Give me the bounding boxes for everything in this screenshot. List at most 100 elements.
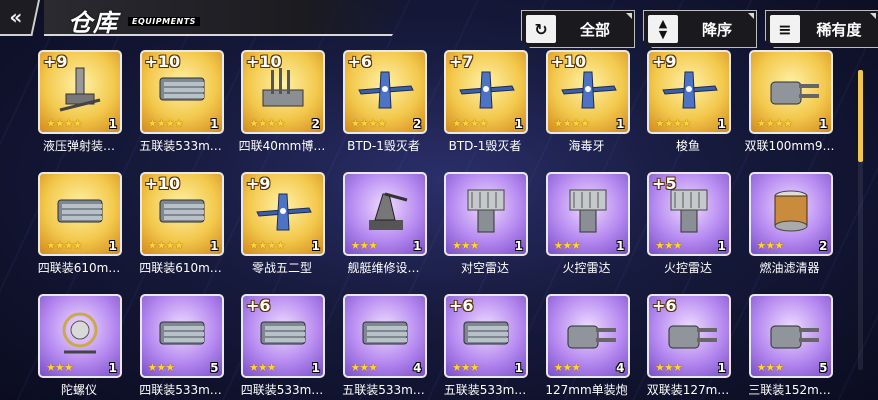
equipment-frame[interactable]: ★★★ 4 <box>545 294 630 378</box>
item-count: 2 <box>311 117 320 131</box>
equipment-name: 四联装533m… <box>240 383 324 397</box>
catapult-icon <box>50 64 110 114</box>
equipment-frame[interactable]: +9 ★★★★ 1 <box>241 172 325 256</box>
rarity-stars: ★★★ <box>553 361 582 374</box>
equipment-card[interactable]: +10 ★★★★ 1 五联装533m… <box>139 50 224 154</box>
equipment-name: 四联装610m… <box>37 261 121 275</box>
equipment-frame[interactable]: ★★★★ 1 <box>748 50 833 134</box>
equipment-frame[interactable]: ★★★ 5 <box>748 294 833 378</box>
equipment-frame[interactable]: ★★★ 2 <box>748 172 833 256</box>
equipment-frame[interactable]: +6 ★★★ 1 <box>241 294 325 378</box>
equipment-card[interactable]: ★★★ 1 火控雷达 <box>545 172 630 276</box>
item-count: 1 <box>108 117 117 131</box>
equipment-card[interactable]: +10 ★★★★ 2 四联40mm博… <box>239 50 325 154</box>
equipment-card[interactable]: +5 ★★★ 1 火控雷达 <box>647 172 731 276</box>
equipment-card[interactable]: +9 ★★★★ 1 梭鱼 <box>647 50 731 154</box>
equipment-frame[interactable]: ★★★ 1 <box>38 294 122 378</box>
item-count: 1 <box>514 239 523 253</box>
rarity-stars: ★★★★ <box>553 117 590 130</box>
equipment-card[interactable]: +9 ★★★★ 1 零战五二型 <box>241 172 325 276</box>
equipment-card[interactable]: +6 ★★★★ 2 BTD-1毁灭者 <box>342 50 427 154</box>
rarity-stars: ★★★ <box>452 239 480 252</box>
rarity-stars: ★★★ <box>655 239 683 252</box>
equipment-frame[interactable]: +9 ★★★★ 1 <box>647 50 731 134</box>
plane-icon <box>253 186 313 236</box>
equipment-card[interactable]: +6 ★★★ 1 双联装127m… <box>647 294 731 398</box>
rarity-stars: ★★★★ <box>147 239 184 252</box>
equipment-name: 燃油滤清器 <box>759 261 820 275</box>
rarity-stars: ★★★ <box>350 239 379 252</box>
equipment-card[interactable]: +10 ★★★★ 1 海毒牙 <box>545 50 630 154</box>
rarity-stars: ★★★★ <box>756 117 793 130</box>
equipment-frame[interactable]: +10 ★★★★ 1 <box>139 172 224 256</box>
equipment-name: 双联装127m… <box>646 383 730 397</box>
equipment-name: 五联装533m… <box>139 139 222 153</box>
equipment-card[interactable]: +6 ★★★ 1 五联装533m… <box>444 294 528 398</box>
equipment-frame[interactable]: +7 ★★★★ 1 <box>444 50 528 134</box>
equipment-name: 陀螺仪 <box>60 383 97 397</box>
enhance-level: +7 <box>449 52 474 71</box>
equipment-card[interactable]: ★★★ 5 四联装533m… <box>139 294 224 398</box>
enhance-level: +9 <box>43 52 68 71</box>
equipment-name: 127mm单装炮 <box>545 383 628 397</box>
enhance-level: +6 <box>449 296 474 315</box>
sort-arrows-icon: ▲ ▼ <box>648 15 678 43</box>
equipment-card[interactable]: ★★★ 5 三联装152m… <box>748 294 833 398</box>
enhance-level: +6 <box>347 52 373 71</box>
equipment-card[interactable]: ★★★ 1 对空雷达 <box>444 172 528 276</box>
equipment-card[interactable]: ★★★ 4 127mm单装炮 <box>545 294 630 398</box>
rarity-stars: ★★★★ <box>350 117 387 130</box>
sort-order-button[interactable]: ▲ ▼ 降序 <box>643 10 757 48</box>
equipment-card[interactable]: ★★★ 4 五联装533m… <box>342 294 427 398</box>
equipment-card[interactable]: ★★★★ 1 双联100mm9… <box>745 50 834 154</box>
enhance-level: +6 <box>246 296 271 315</box>
equipment-name: 零战五二型 <box>251 261 312 275</box>
equipment-frame[interactable]: ★★★ 5 <box>139 294 224 378</box>
equipment-card[interactable]: +6 ★★★ 1 四联装533m… <box>241 294 325 398</box>
equipment-frame[interactable]: ★★★★ 1 <box>38 172 122 256</box>
equipment-card[interactable]: +9 ★★★★ 1 液压弹射装… <box>38 50 122 154</box>
equipment-name: 四联装533m… <box>139 383 222 397</box>
equipment-card[interactable]: ★★★ 2 燃油滤清器 <box>748 172 833 276</box>
equipment-frame[interactable]: +6 ★★★★ 2 <box>342 50 427 134</box>
equipment-frame[interactable]: +5 ★★★ 1 <box>647 172 731 256</box>
equipment-frame[interactable]: ★★★ 1 <box>444 172 528 256</box>
equipment-card[interactable]: ★★★★ 1 四联装610m… <box>38 172 122 276</box>
rarity-stars: ★★★ <box>452 361 480 374</box>
rarity-stars: ★★★★ <box>147 117 184 130</box>
enhance-level: +10 <box>144 174 181 193</box>
rarity-stars: ★★★ <box>553 239 582 252</box>
page-subtitle: EQUIPMENTS <box>128 17 200 26</box>
equipment-card[interactable]: +10 ★★★★ 1 四联装610m… <box>139 172 224 276</box>
equipment-card[interactable]: ★★★ 1 陀螺仪 <box>38 294 122 398</box>
item-count: 1 <box>717 117 726 131</box>
equipment-frame[interactable]: +10 ★★★★ 1 <box>139 50 224 134</box>
turret-icon <box>761 308 821 358</box>
gyroscope-icon <box>50 308 110 358</box>
repair-crane-icon <box>355 186 415 236</box>
refresh-icon: ↻ <box>526 15 556 43</box>
enhance-level: +9 <box>246 174 271 193</box>
item-count: 1 <box>108 239 117 253</box>
sort-order-label: 降序 <box>701 20 732 39</box>
rarity-stars: ★★★ <box>655 361 683 374</box>
equipment-frame[interactable]: ★★★ 4 <box>342 294 427 378</box>
equipment-card[interactable]: ★★★ 1 舰艇维修设… <box>342 172 427 276</box>
equipment-frame[interactable]: ★★★ 1 <box>342 172 427 256</box>
equipment-frame[interactable]: +10 ★★★★ 2 <box>241 50 325 134</box>
equipment-frame[interactable]: +10 ★★★★ 1 <box>545 50 630 134</box>
sort-rarity-button[interactable]: ≡ 稀有度 <box>765 10 878 48</box>
back-button[interactable]: « <box>0 0 40 36</box>
equipment-name: 火控雷达 <box>562 261 611 275</box>
equipment-frame[interactable]: +9 ★★★★ 1 <box>38 50 122 134</box>
torpedo-launcher-icon <box>152 308 212 358</box>
equipment-frame[interactable]: +6 ★★★ 1 <box>647 294 731 378</box>
enhance-level: +5 <box>652 174 677 193</box>
equipment-name: 梭鱼 <box>675 139 700 153</box>
filter-all-button[interactable]: ↻ 全部 <box>521 10 635 48</box>
equipment-frame[interactable]: ★★★ 1 <box>545 172 630 256</box>
equipment-frame[interactable]: +6 ★★★ 1 <box>444 294 528 378</box>
equipment-card[interactable]: +7 ★★★★ 1 BTD-1毁灭者 <box>444 50 528 154</box>
scrollbar-thumb[interactable] <box>858 70 863 162</box>
item-count: 1 <box>413 239 422 253</box>
